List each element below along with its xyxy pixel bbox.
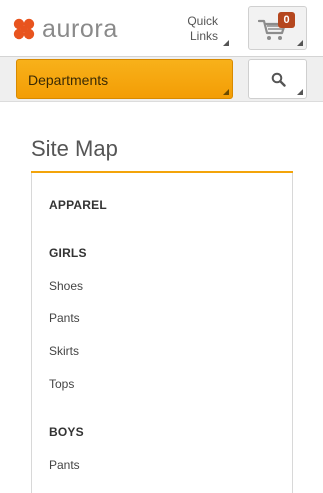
corner-arrow-icon <box>297 40 303 46</box>
departments-menu-button[interactable]: Departments <box>16 59 233 99</box>
site-header: aurora Quick Links 0 <box>0 0 323 57</box>
category-heading-boys[interactable]: BOYS <box>49 425 84 439</box>
category-heading-apparel[interactable]: APPAREL <box>49 198 107 212</box>
category-heading-girls[interactable]: GIRLS <box>49 246 87 260</box>
quick-links-label-line1: Quick <box>187 14 218 28</box>
search-icon <box>271 72 286 87</box>
corner-arrow-icon <box>223 89 229 95</box>
search-button[interactable] <box>248 59 307 99</box>
quick-links-label-line2: Links <box>189 29 218 43</box>
aurora-logo[interactable]: aurora <box>12 15 118 43</box>
quick-links-button[interactable]: Quick Links <box>172 11 232 49</box>
site-map-panel: APPAREL GIRLS Shoes Pants Skirts Tops BO… <box>31 173 293 493</box>
category-link-girls-tops[interactable]: Tops <box>49 377 74 391</box>
shopping-cart-button[interactable]: 0 <box>248 6 307 50</box>
logo-text: aurora <box>42 15 118 43</box>
aurora-logo-icon <box>13 18 35 40</box>
quick-links-label: Quick Links <box>168 14 218 44</box>
category-link-boys-pants[interactable]: Pants <box>49 458 80 472</box>
category-link-girls-pants[interactable]: Pants <box>49 311 80 325</box>
cart-count-badge: 0 <box>278 12 295 28</box>
page-title: Site Map <box>31 136 118 161</box>
corner-arrow-icon <box>223 40 229 46</box>
department-bar: Departments <box>0 57 323 102</box>
corner-arrow-icon <box>297 89 303 95</box>
category-link-girls-skirts[interactable]: Skirts <box>49 344 79 358</box>
departments-label: Departments <box>28 72 109 88</box>
category-link-girls-shoes[interactable]: Shoes <box>49 279 83 293</box>
